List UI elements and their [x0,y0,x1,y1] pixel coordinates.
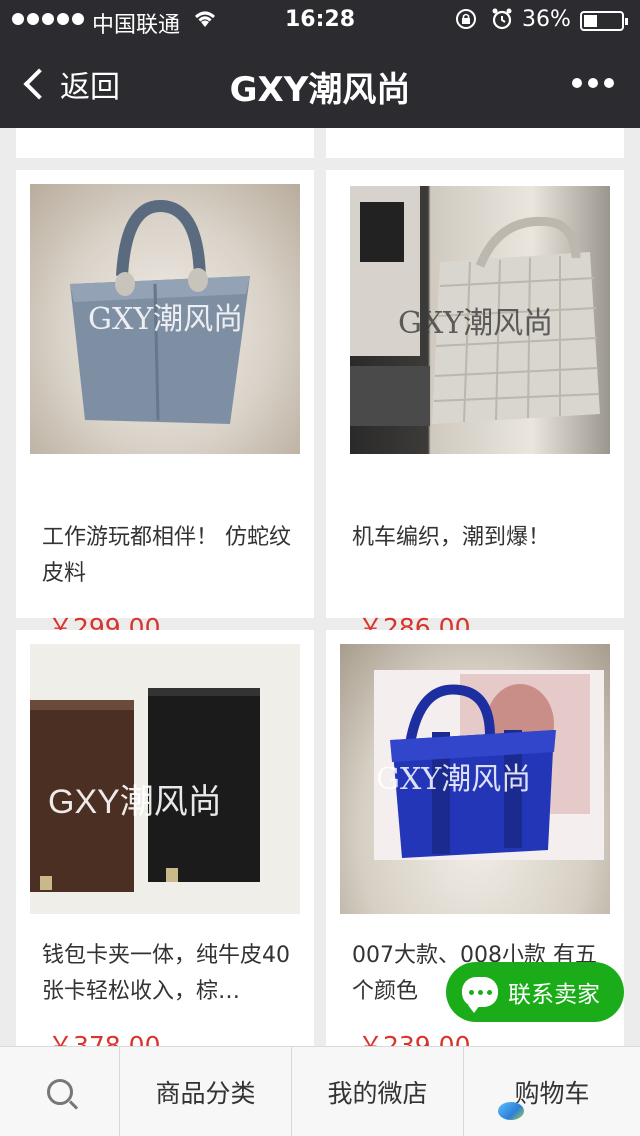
image-watermark: GXY潮风尚 [376,762,532,797]
search-icon [46,1079,73,1105]
product-image: GXY潮风尚 [30,184,300,454]
product-price: ￥239.00 [358,1031,471,1046]
site-logo-watermark [498,1102,524,1120]
logo-swirl-icon [498,1102,524,1120]
back-button[interactable]: 返回 [20,62,120,106]
product-card-partial[interactable] [326,128,624,158]
tab-my-shop[interactable]: 我的微店 [292,1047,464,1136]
alarm-icon [490,7,514,36]
tab-search[interactable] [0,1047,120,1136]
contact-seller-label: 联系卖家 [508,982,600,1008]
rotation-lock-icon [454,7,478,36]
bottom-tab-bar: 商品分类 我的微店 购物车 [0,1046,640,1136]
chevron-left-icon [23,68,55,100]
product-title: 工作游玩都相伴！ 仿蛇纹皮料 [42,525,291,586]
product-image: GXY潮风尚 [30,644,300,914]
battery-percent: 36% [522,7,571,32]
battery-fill [584,15,597,27]
product-title: 钱包卡夹一体，纯牛皮40张卡轻松收入，棕… [42,943,290,1004]
image-watermark: GXY潮风尚 [48,783,222,821]
product-image: GXY潮风尚 [340,644,610,914]
product-price: ￥378.00 [48,1031,161,1046]
image-watermark: GXY潮风尚 [88,302,244,337]
back-label: 返回 [60,70,120,105]
top-bar: 中国联通 16:28 36% 返回 GXY潮风尚 [0,0,640,128]
product-card[interactable]: GXY潮风尚 工作游玩都相伴！ 仿蛇纹皮料 ￥299.00 [16,170,314,642]
contact-seller-button[interactable]: 联系卖家 [446,962,624,1022]
product-title: 机车编织，潮到爆！ [352,525,551,550]
image-watermark: GXY潮风尚 [398,306,554,341]
product-grid: GXY潮风尚 工作游玩都相伴！ 仿蛇纹皮料 ￥299.00 GXY潮风尚 机车编… [0,128,640,1046]
product-image: GXY潮风尚 [350,186,610,454]
status-bar: 中国联通 16:28 36% [0,0,640,40]
chat-bubble-icon [462,977,498,1013]
tab-cart[interactable]: 购物车 [464,1047,640,1136]
more-dots-icon[interactable] [572,78,614,88]
product-card[interactable]: GXY潮风尚 机车编织，潮到爆！ ￥286.00 [326,170,624,642]
product-card-partial[interactable] [16,128,314,158]
battery-icon [580,11,628,31]
product-card[interactable]: GXY潮风尚 钱包卡夹一体，纯牛皮40张卡轻松收入，棕… ￥378.00 [16,630,314,1046]
nav-bar: 返回 GXY潮风尚 [0,40,640,128]
tab-categories[interactable]: 商品分类 [120,1047,292,1136]
